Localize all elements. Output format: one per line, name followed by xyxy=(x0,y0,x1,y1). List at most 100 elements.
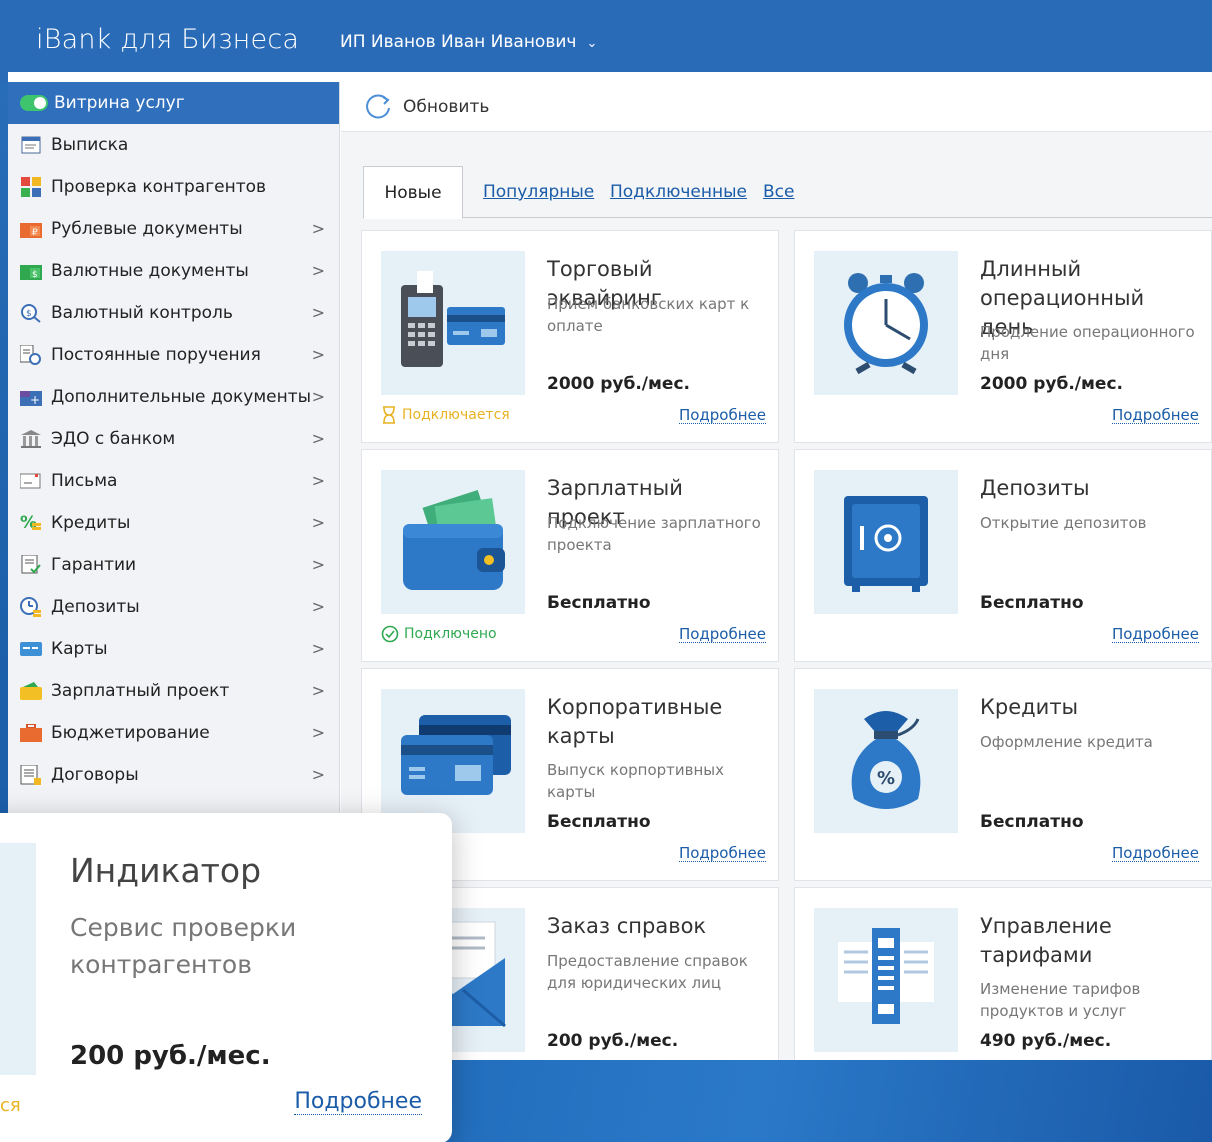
indicator-thumbnail xyxy=(0,843,36,1075)
sidebar-item[interactable]: Зарплатный проект > xyxy=(8,670,339,712)
service-card[interactable]: % Кредиты Оформление кредита Бесплатно Подро… xyxy=(794,668,1212,881)
service-card[interactable]: Длинный операционный день Продление опера… xyxy=(794,230,1212,443)
hourglass-icon xyxy=(383,406,395,424)
chevron-right-icon: > xyxy=(311,723,325,742)
sidebar-item[interactable]: $ Валютный контроль > xyxy=(8,292,339,334)
sidebar-item-label: Постоянные поручения xyxy=(51,345,261,365)
check-circle-icon xyxy=(381,625,399,643)
sidebar-item[interactable]: Постоянные поручения > xyxy=(8,334,339,376)
tab-popular[interactable]: Популярные xyxy=(483,166,594,218)
popup-description: Сервис проверки контрагентов xyxy=(70,913,297,979)
card-more-link[interactable]: Подробнее xyxy=(678,407,766,424)
sidebar-item[interactable]: ЭДО с банком > xyxy=(8,418,339,460)
sidebar-item[interactable]: Витрина услуг xyxy=(8,82,339,124)
sidebar-item[interactable]: Выписка xyxy=(8,124,339,166)
chevron-right-icon: > xyxy=(311,387,325,406)
company-selector[interactable]: ИП Иванов Иван Иванович ⌄ xyxy=(340,32,597,52)
card-more-link[interactable]: Подробнее xyxy=(1111,845,1199,862)
card-illustration xyxy=(381,470,525,614)
sidebar-item[interactable]: Карты > xyxy=(8,628,339,670)
card-description: Прием банковских карт к оплате xyxy=(547,295,750,335)
popup-status: ся xyxy=(0,1095,21,1116)
sidebar-item-label: ЭДО с банком xyxy=(51,429,176,449)
chevron-right-icon: > xyxy=(311,765,325,784)
sidebar-item-label: Карты xyxy=(51,639,108,659)
sidebar-item[interactable]: Договоры > xyxy=(8,754,339,796)
sidebar-item-label: Валютный контроль xyxy=(51,303,233,323)
service-card[interactable]: Управление тарифами Изменение тарифов про… xyxy=(794,887,1212,1060)
refresh-button[interactable]: Обновить xyxy=(363,92,489,122)
card-more-link[interactable]: Подробнее xyxy=(678,845,766,862)
briefcase-icon xyxy=(20,723,42,743)
sidebar-item-label: Кредиты xyxy=(51,513,131,533)
card-title: Корпоративные карты xyxy=(547,695,723,748)
chevron-right-icon: > xyxy=(311,513,325,532)
card-description: Продление операционного дня xyxy=(980,323,1195,363)
deposit-clock-icon xyxy=(20,597,42,617)
sidebar-item-label: Выписка xyxy=(51,135,129,155)
service-card[interactable]: Депозиты Открытие депозитов Бесплатно Подро… xyxy=(794,449,1212,662)
sidebar-item-label: Витрина услуг xyxy=(54,93,185,113)
card-more-link[interactable]: Подробнее xyxy=(1111,626,1199,643)
card-illustration xyxy=(814,470,958,614)
sidebar-item[interactable]: + Дополнительные документы > xyxy=(8,376,339,418)
currency-folder-icon: $ xyxy=(20,261,42,281)
indicator-card-popup[interactable]: Индикатор Сервис проверки контрагентов 2… xyxy=(0,813,452,1142)
card-title: Кредиты xyxy=(980,695,1079,719)
letter-icon xyxy=(20,471,42,491)
sidebar-item-label: Бюджетирование xyxy=(51,723,210,743)
tab-connected[interactable]: Подключенные xyxy=(610,166,747,218)
sidebar-item-label: Рублевые документы xyxy=(51,219,243,239)
main-content: Обновить Новые Популярные Подключенные В… xyxy=(341,82,1212,1060)
card-more-link[interactable]: Подробнее xyxy=(1111,407,1199,424)
card-price: Бесплатно xyxy=(547,812,651,832)
company-name: ИП Иванов Иван Иванович xyxy=(340,32,577,52)
sidebar-item-label: Письма xyxy=(51,471,118,491)
refresh-icon xyxy=(366,93,390,118)
sidebar-item-label: Проверка контрагентов xyxy=(51,177,267,197)
sidebar-item[interactable]: ₽ Рублевые документы > xyxy=(8,208,339,250)
contract-icon xyxy=(20,765,42,785)
counterparty-check-icon xyxy=(20,177,42,197)
card-price: 200 руб./мес. xyxy=(547,1031,679,1051)
sidebar-item[interactable]: Депозиты > xyxy=(8,586,339,628)
top-bar: iBank для Бизнеса ИП Иванов Иван Иванови… xyxy=(0,0,1212,82)
card-status-label: Подключено xyxy=(404,626,497,642)
sidebar-item[interactable]: Гарантии > xyxy=(8,544,339,586)
tab-all[interactable]: Все xyxy=(763,166,794,218)
chevron-right-icon: > xyxy=(311,471,325,490)
refresh-label: Обновить xyxy=(403,96,490,117)
svg-text:$: $ xyxy=(26,309,32,319)
chevron-right-icon: > xyxy=(311,555,325,574)
popup-more-link[interactable]: Подробнее xyxy=(294,1090,422,1115)
app-brand: iBank для Бизнеса xyxy=(36,24,300,55)
sidebar-item[interactable]: Проверка контрагентов xyxy=(8,166,339,208)
sidebar-item[interactable]: Бюджетирование > xyxy=(8,712,339,754)
card-price: 490 руб./мес. xyxy=(980,1031,1112,1051)
chevron-right-icon: > xyxy=(311,303,325,322)
toggle-on-icon xyxy=(20,95,48,111)
svg-text:$: $ xyxy=(32,270,38,280)
svg-text:%: % xyxy=(877,768,895,789)
salary-wallet-icon xyxy=(20,681,42,701)
card-price: Бесплатно xyxy=(547,593,651,613)
card-price: 2000 руб./мес. xyxy=(547,374,690,394)
chevron-right-icon: > xyxy=(311,219,325,238)
bank-building-icon xyxy=(20,429,42,449)
tab-new[interactable]: Новые xyxy=(363,166,463,219)
card-illustration xyxy=(381,689,525,833)
card-more-link[interactable]: Подробнее xyxy=(678,626,766,643)
sidebar-item[interactable]: $ Валютные документы > xyxy=(8,250,339,292)
popup-title: Индикатор xyxy=(70,851,262,890)
credit-percent-icon: % xyxy=(20,513,42,533)
sidebar-item-label: Дополнительные документы xyxy=(51,387,312,407)
sidebar-item[interactable]: % Кредиты > xyxy=(8,502,339,544)
sidebar-item-label: Зарплатный проект xyxy=(51,681,230,701)
card-status: Подключено xyxy=(381,625,497,643)
service-card[interactable]: Зарплатный проект Подключение зарплатного… xyxy=(361,449,779,662)
card-description: Открытие депозитов xyxy=(980,514,1147,532)
chevron-right-icon: > xyxy=(311,429,325,448)
sidebar-item[interactable]: Письма > xyxy=(8,460,339,502)
service-card[interactable]: Торговый эквайринг Прием банковских карт … xyxy=(361,230,779,443)
card-illustration: % xyxy=(814,689,958,833)
